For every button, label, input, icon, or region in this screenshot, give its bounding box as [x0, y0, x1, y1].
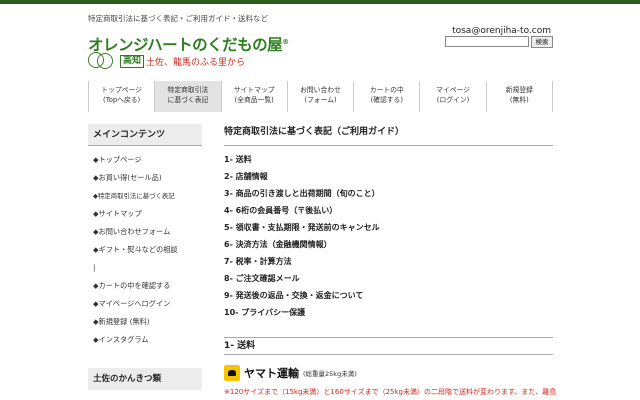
sidebar-menu: ◆トップページ ◆お買い得(セール品) ◆特定商取引法に基づく表記 ◆サイトマッ… [88, 151, 202, 349]
sidebar-heading-citrus: 土佐のかんきつ類 [88, 368, 202, 390]
yamato-cat-icon [224, 365, 240, 381]
nav-item-legal[interactable]: 特定商取引法 に基づく表記 [155, 81, 222, 112]
search-button[interactable]: 検索 [531, 36, 553, 48]
global-nav: トップページ (Topへ戻る) 特定商取引法 に基づく表記 サイトマップ (全商… [88, 81, 553, 112]
sidebar-item-login[interactable]: ◆マイページへログイン [88, 295, 202, 313]
sidebar-heading: メインコンテンツ [88, 124, 202, 146]
nav-item-mypage[interactable]: マイページ (ログイン) [420, 81, 487, 112]
nav-item-contact[interactable]: お問い合わせ (フォーム) [288, 81, 355, 112]
sidebar-item-top[interactable]: ◆トップページ [88, 151, 202, 169]
toc-item-shipping[interactable]: 1- 送料 [224, 151, 553, 168]
toc-item-store-info[interactable]: 2- 店舗情報 [224, 168, 553, 185]
toc-item-tax[interactable]: 7- 税率・計算方法 [224, 253, 553, 270]
sidebar-item-instagram[interactable]: ◆インスタグラム [88, 331, 202, 349]
carrier-weight-note: (総重量25kg未満) [303, 370, 357, 378]
orange-icon [97, 53, 113, 69]
toc-item-privacy[interactable]: 10- プライバシー保護 [224, 304, 553, 321]
toc-item-member-number[interactable]: 4- 6桁の会員番号（〒後払い） [224, 202, 553, 219]
logo-text: オレンジハートのくだもの屋® [88, 36, 289, 54]
site-tagline: 特定商取引法に基づく表記・ご利用ガイド・送料など [88, 14, 268, 23]
logo-kochi-badge: 高知 [120, 55, 145, 68]
toc-item-returns[interactable]: 9- 発送後の返品・交換・返金について [224, 287, 553, 304]
sidebar-separator: | [93, 263, 96, 272]
nav-item-cart[interactable]: カートの中 (確認する) [354, 81, 421, 112]
nav-item-sitemap[interactable]: サイトマップ (全商品一覧) [222, 81, 288, 112]
nav-item-register[interactable]: 新規登録 (無料) [487, 81, 553, 112]
sidebar-item-legal[interactable]: ◆特定商取引法に基づく表記 [88, 187, 202, 205]
sidebar-item-sitemap[interactable]: ◆サイトマップ [88, 205, 202, 223]
search-input[interactable] [445, 36, 529, 47]
site-logo[interactable]: オレンジハートのくだもの屋® 高知 土佐、龍馬のふる里から [88, 33, 289, 73]
sidebar-item-gift[interactable]: ◆ギフト・熨斗などの相談 [88, 241, 202, 259]
page-title: 特定商取引法に基づく表記（ご利用ガイド） [224, 124, 553, 146]
toc-item-payment[interactable]: 6- 決済方法（金融機関情報） [224, 236, 553, 253]
toc-item-order-mail[interactable]: 8- ご注文確認メール [224, 270, 553, 287]
sidebar-item-contact[interactable]: ◆お問い合わせフォーム [88, 223, 202, 241]
shipping-notice: ※120サイズまで（15kg未満）と160サイズまで（25kg未満）の二段階で送… [224, 388, 557, 396]
sidebar-item-register[interactable]: ◆新規登録 (無料) [88, 313, 202, 331]
nav-item-top[interactable]: トップページ (Topへ戻る) [88, 81, 156, 112]
carrier-info: ヤマト運輸 (総重量25kg未満) [224, 364, 357, 382]
carrier-name: ヤマト運輸 [244, 367, 299, 380]
sidebar-item-sale[interactable]: ◆お買い得(セール品) [88, 169, 202, 187]
section-title-shipping: 1- 送料 [224, 337, 553, 355]
top-accent-bar [0, 0, 640, 4]
toc-item-receipt[interactable]: 5- 領収書・支払期限・発送前のキャンセル [224, 219, 553, 236]
table-of-contents: 1- 送料 2- 店舗情報 3- 商品の引き渡しと出荷期間（旬のこと） 4- 6… [224, 151, 553, 321]
toc-item-delivery[interactable]: 3- 商品の引き渡しと出荷期間（旬のこと） [224, 185, 553, 202]
logo-subtitle: 土佐、龍馬のふる里から [146, 58, 246, 68]
sidebar-item-cart[interactable]: ◆カートの中を確認する [88, 277, 202, 295]
contact-email[interactable]: tosa@orenjiha-to.com [452, 26, 551, 36]
